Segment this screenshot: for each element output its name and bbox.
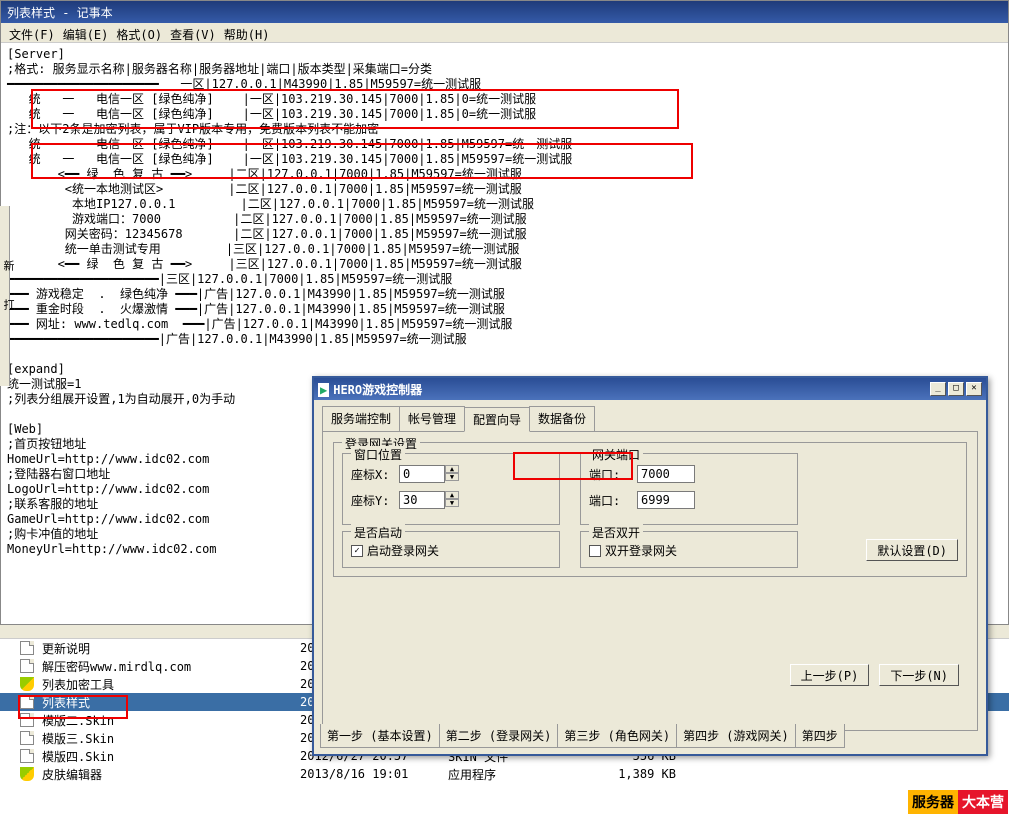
file-size: 1,389 KB: [576, 767, 676, 781]
label-dual: 双开登录网关: [605, 542, 677, 559]
app-icon: ▶: [318, 383, 329, 397]
tab-config-wizard[interactable]: 配置向导: [464, 407, 530, 432]
spin-x-down[interactable]: ▼: [445, 473, 459, 481]
group-dual: 是否双开 双开登录网关: [580, 531, 798, 568]
file-icon: [20, 659, 34, 673]
file-name: 模版四.Skin: [42, 748, 292, 765]
prev-button[interactable]: 上一步(P): [790, 664, 870, 686]
label-y: 座标Y:: [351, 492, 393, 509]
step-tabs: 第一步 (基本设置) 第二步 (登录网关) 第三步 (角色网关) 第四步 (游戏…: [320, 724, 844, 748]
close-button[interactable]: ✕: [966, 382, 982, 396]
left-open[interactable]: 打: [0, 295, 16, 314]
dialog-titlebar: ▶ HERO游戏控制器 _ □ ✕: [314, 378, 986, 400]
notepad-title: 列表样式 - 记事本: [7, 4, 113, 21]
checkbox-start[interactable]: ✓: [351, 545, 363, 557]
label-start: 启动登录网关: [367, 542, 439, 559]
group-pos-title: 窗口位置: [351, 446, 405, 463]
next-button[interactable]: 下一步(N): [879, 664, 959, 686]
file-name: 模版三.Skin: [42, 730, 292, 747]
step-1[interactable]: 第一步 (基本设置): [320, 724, 440, 748]
menu-format[interactable]: 格式(O): [114, 25, 164, 40]
step-5[interactable]: 第四步: [795, 724, 845, 748]
file-icon: [20, 749, 34, 763]
shield-icon: [20, 767, 34, 781]
tab-panel: 登录网关设置 窗口位置 座标X: ▲▼ 座标Y: ▲▼ 网关端口: [322, 431, 978, 731]
input-port1[interactable]: [637, 465, 695, 483]
group-gateway-port: 网关端口 端口: 端口:: [580, 453, 798, 525]
shield-icon: [20, 677, 34, 691]
file-icon: [20, 713, 34, 727]
tab-backup[interactable]: 数据备份: [529, 406, 595, 431]
group-dual-title: 是否双开: [589, 524, 643, 541]
label-port1: 端口:: [589, 466, 631, 483]
file-icon: [20, 695, 34, 709]
step-4[interactable]: 第四步 (游戏网关): [676, 724, 796, 748]
spin-x-up[interactable]: ▲: [445, 465, 459, 473]
dialog-tabs: 服务端控制 帐号管理 配置向导 数据备份: [314, 400, 986, 431]
menu-file[interactable]: 文件(F): [7, 25, 57, 40]
group-window-pos: 窗口位置 座标X: ▲▼ 座标Y: ▲▼: [342, 453, 560, 525]
step-2[interactable]: 第二步 (登录网关): [439, 724, 559, 748]
hero-dialog: ▶ HERO游戏控制器 _ □ ✕ 服务端控制 帐号管理 配置向导 数据备份 登录…: [312, 376, 988, 756]
left-new[interactable]: 新: [0, 256, 16, 275]
spin-y-up[interactable]: ▲: [445, 491, 459, 499]
file-name: 解压密码www.mirdlq.com: [42, 658, 292, 675]
group-login-gateway: 登录网关设置 窗口位置 座标X: ▲▼ 座标Y: ▲▼ 网关端口: [333, 442, 967, 577]
group-autostart: 是否启动 ✓启动登录网关: [342, 531, 560, 568]
left-toolbar: 新 打: [0, 206, 10, 386]
file-type: 应用程序: [448, 766, 568, 783]
file-date: 2013/8/16 19:01: [300, 767, 440, 781]
file-name: 列表样式: [42, 694, 292, 711]
watermark-right: 大本营: [958, 790, 1008, 814]
spin-y-down[interactable]: ▼: [445, 499, 459, 507]
file-icon: [20, 731, 34, 745]
default-button[interactable]: 默认设置(D): [866, 539, 958, 561]
file-name: 皮肤编辑器: [42, 766, 292, 783]
file-name: 列表加密工具: [42, 676, 292, 693]
file-name: 更新说明: [42, 640, 292, 657]
maximize-button[interactable]: □: [948, 382, 964, 396]
minimize-button[interactable]: _: [930, 382, 946, 396]
notepad-menubar: 文件(F) 编辑(E) 格式(O) 查看(V) 帮助(H): [1, 23, 1008, 43]
watermark: 服务器 大本营: [908, 790, 1008, 814]
notepad-titlebar: 列表样式 - 记事本: [1, 1, 1008, 23]
menu-help[interactable]: 帮助(H): [222, 25, 272, 40]
tab-server-control[interactable]: 服务端控制: [322, 406, 400, 431]
file-row[interactable]: 皮肤编辑器 2013/8/16 19:01 应用程序 1,389 KB: [0, 765, 1009, 783]
group-start-title: 是否启动: [351, 524, 405, 541]
checkbox-dual[interactable]: [589, 545, 601, 557]
input-y[interactable]: [399, 491, 445, 509]
group-port-title: 网关端口: [589, 446, 643, 463]
dialog-title: HERO游戏控制器: [333, 383, 422, 397]
step-3[interactable]: 第三步 (角色网关): [557, 724, 677, 748]
label-x: 座标X:: [351, 466, 393, 483]
input-x[interactable]: [399, 465, 445, 483]
tab-account[interactable]: 帐号管理: [399, 406, 465, 431]
watermark-left: 服务器: [908, 790, 958, 814]
menu-view[interactable]: 查看(V): [168, 25, 218, 40]
file-name: 模版二.Skin: [42, 712, 292, 729]
input-port2[interactable]: [637, 491, 695, 509]
label-port2: 端口:: [589, 492, 631, 509]
file-icon: [20, 641, 34, 655]
menu-edit[interactable]: 编辑(E): [61, 25, 111, 40]
